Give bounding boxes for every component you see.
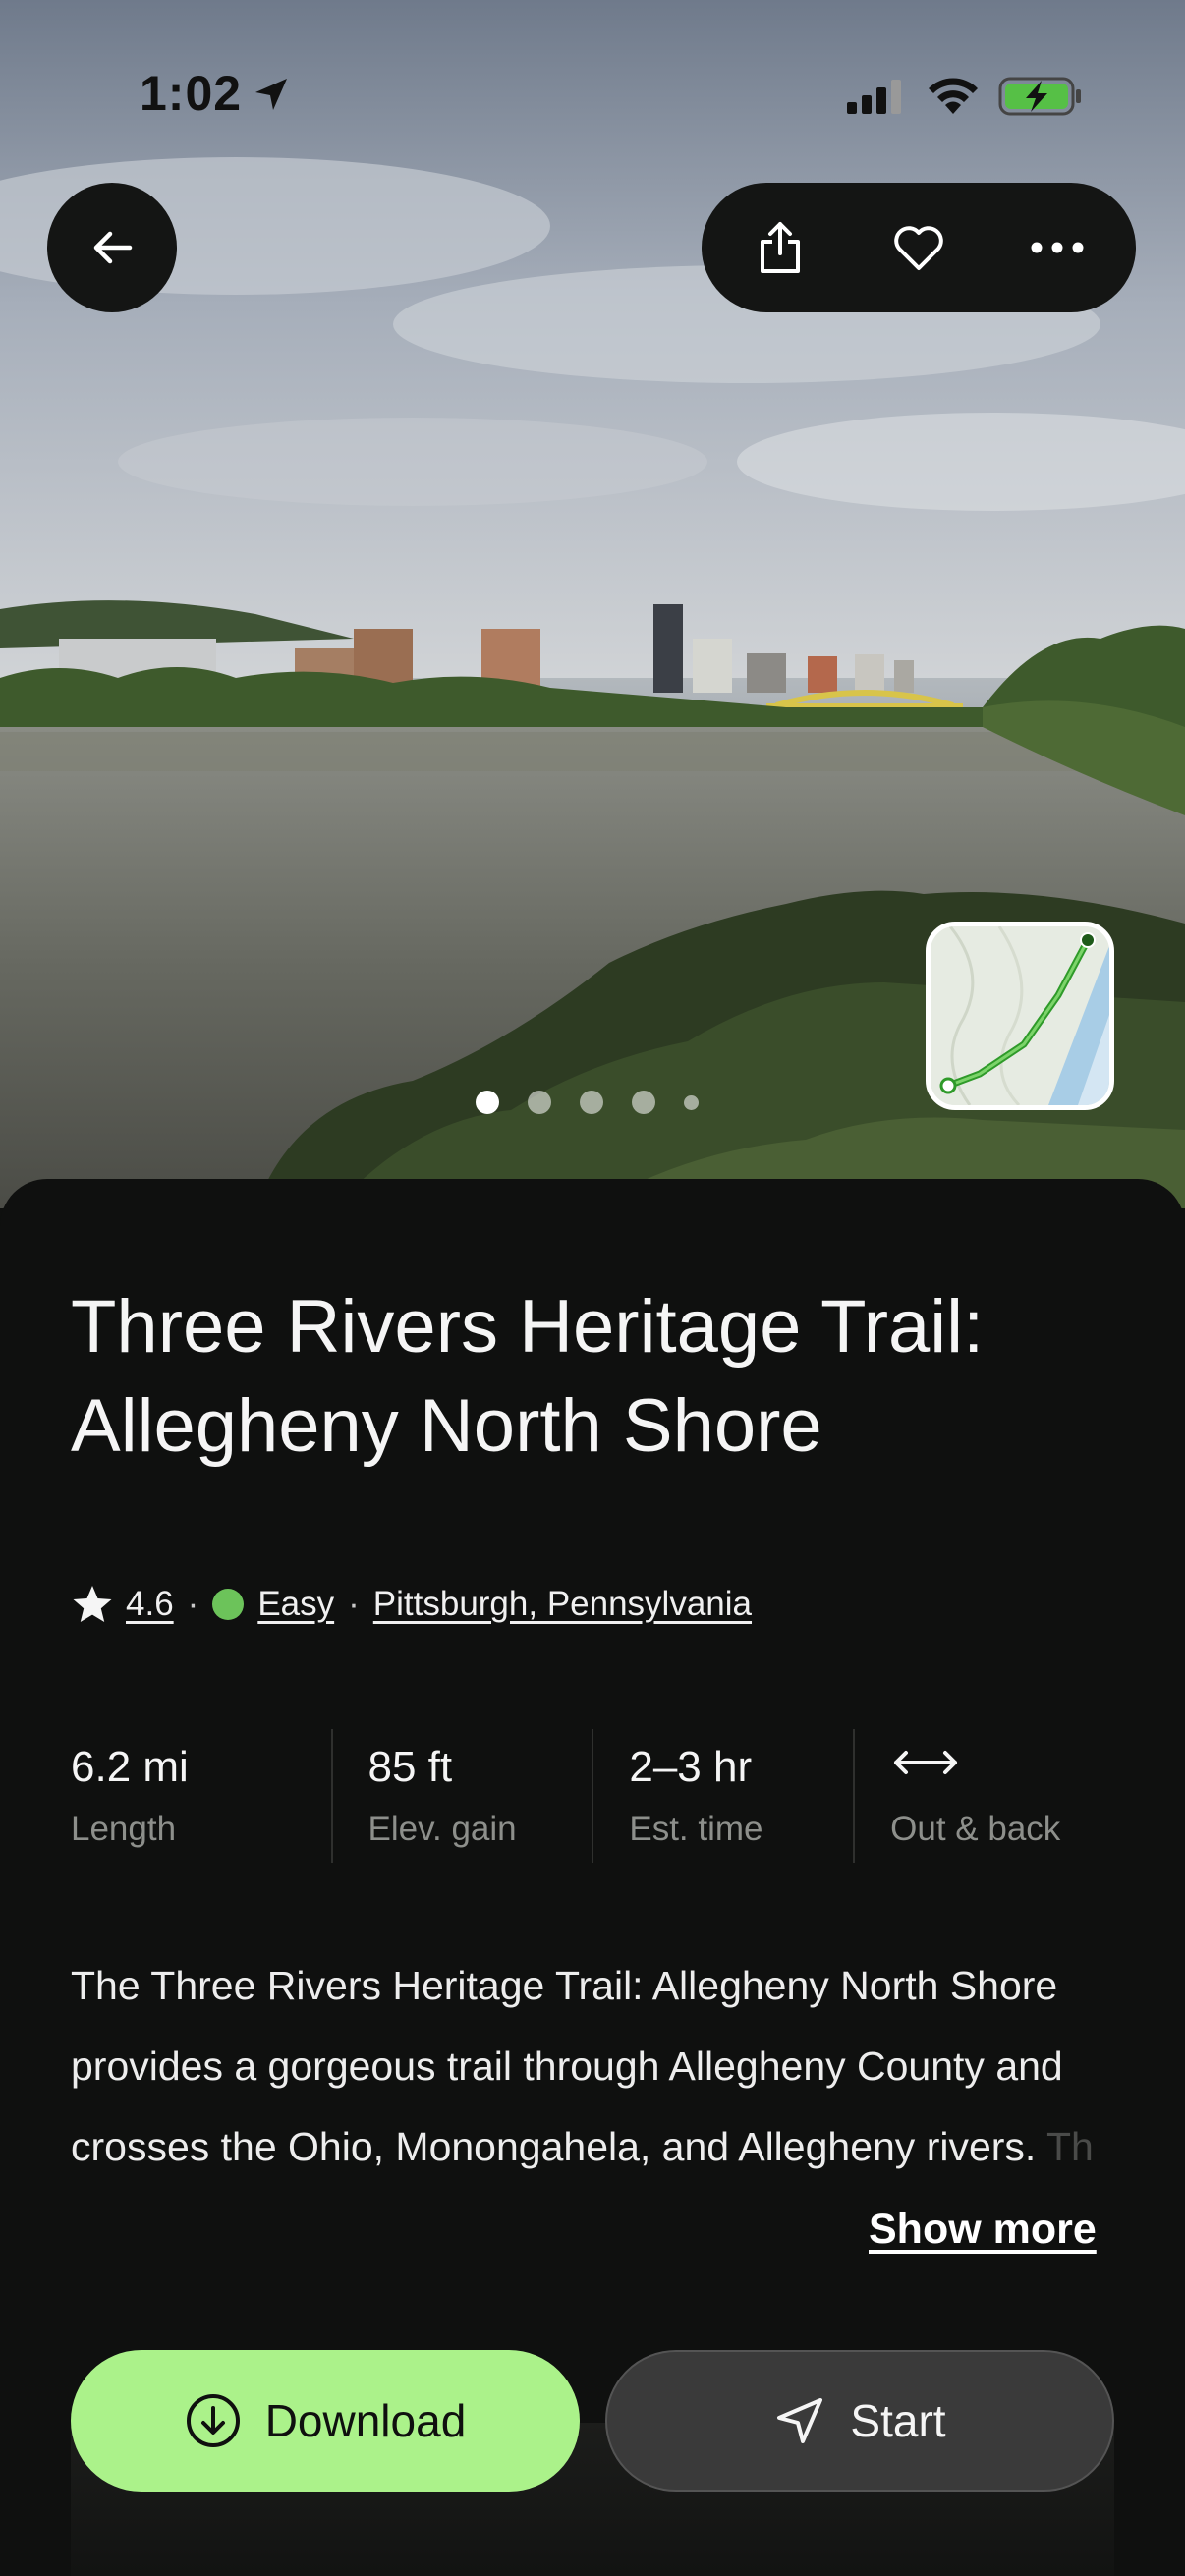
back-button[interactable]	[47, 183, 177, 312]
stat-value: 6.2 mi	[71, 1743, 189, 1791]
pager-dot[interactable]	[632, 1091, 655, 1114]
out-and-back-arrow-icon	[894, 1751, 958, 1774]
arrow-left-icon	[93, 231, 133, 264]
trail-description: The Three Rivers Heritage Trail: Alleghe…	[71, 1945, 1114, 2187]
status-time: 1:02	[140, 66, 243, 121]
photo-pager[interactable]	[476, 1091, 699, 1114]
cellular-signal-icon	[847, 80, 901, 114]
trail-photo[interactable]: 1:02	[0, 0, 1185, 1208]
more-button[interactable]	[1003, 194, 1111, 302]
difficulty-dot	[212, 1589, 245, 1620]
navigation-arrow-icon	[777, 2398, 823, 2443]
stat-elevation: 85 ft Elev. gain	[330, 1729, 592, 1863]
trail-title: Three Rivers Heritage Trail: Allegheny N…	[71, 1285, 985, 1468]
stat-time: 2–3 hr Est. time	[592, 1729, 853, 1863]
download-button[interactable]: Download	[71, 2350, 580, 2492]
stat-label: Est. time	[629, 1810, 763, 1848]
trail-meta: 4.6 · Easy · Pittsburgh, Pennsylvania	[71, 1584, 752, 1625]
separator: ·	[187, 1585, 199, 1623]
location-link[interactable]: Pittsburgh, Pennsylvania	[373, 1585, 752, 1624]
stat-label: Out & back	[890, 1810, 1061, 1848]
favorite-button[interactable]	[865, 194, 973, 302]
difficulty-link[interactable]: Easy	[257, 1585, 334, 1624]
map-preview-button[interactable]	[926, 922, 1114, 1110]
action-toolbar	[702, 183, 1136, 312]
pager-dot[interactable]	[528, 1091, 551, 1114]
download-circle-icon	[186, 2394, 240, 2447]
stat-value	[890, 1743, 1114, 1796]
stat-label: Elev. gain	[367, 1810, 517, 1848]
description-text: The Three Rivers Heritage Trail: Alleghe…	[71, 1963, 1063, 2169]
wifi-icon	[929, 78, 978, 114]
share-button[interactable]	[726, 194, 834, 302]
pager-dot[interactable]	[580, 1091, 603, 1114]
trail-stats: 6.2 mi Length 85 ft Elev. gain 2–3 hr Es…	[71, 1729, 1114, 1863]
stat-value: 2–3 hr	[629, 1743, 753, 1791]
share-icon	[761, 222, 801, 273]
more-dots-icon	[1031, 242, 1084, 253]
pager-dot[interactable]	[684, 1094, 699, 1110]
trail-map-thumbnail	[931, 926, 1109, 1105]
stat-label: Length	[71, 1810, 177, 1848]
description-fade: Th	[1036, 2124, 1094, 2169]
separator: ·	[348, 1585, 360, 1623]
show-more-link[interactable]: Show more	[869, 2206, 1097, 2254]
start-label: Start	[850, 2395, 946, 2446]
heart-icon	[894, 226, 943, 270]
location-arrow-icon	[255, 79, 287, 110]
stat-route-type: Out & back	[853, 1729, 1114, 1863]
stat-length: 6.2 mi Length	[71, 1729, 331, 1863]
status-bar: 1:02	[0, 0, 1185, 187]
stat-value: 85 ft	[367, 1743, 453, 1791]
star-icon	[73, 1586, 112, 1622]
battery-charging-icon	[998, 77, 1081, 116]
rating-link[interactable]: 4.6	[126, 1585, 174, 1624]
pager-dot[interactable]	[476, 1091, 499, 1114]
start-button[interactable]: Start	[605, 2350, 1114, 2492]
download-label: Download	[264, 2395, 467, 2446]
